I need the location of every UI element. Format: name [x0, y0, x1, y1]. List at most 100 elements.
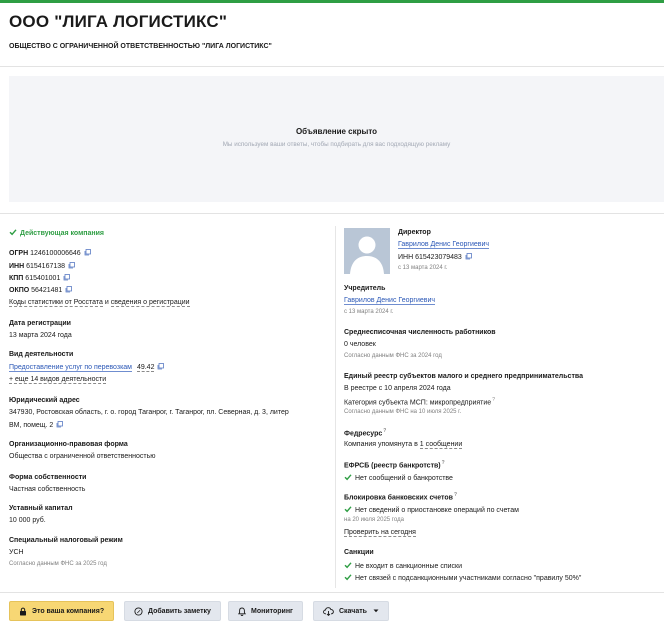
okpo-label: ОКПО	[9, 287, 30, 294]
activity-more-row: + еще 14 видов деятельности	[9, 376, 107, 384]
activity-link[interactable]: Предоставление услуг по перевозкам	[9, 364, 132, 372]
tax-regime-note: Согласно данным ФНС за 2025 год	[9, 561, 107, 567]
msp-category-row: Категория субъекта МСП: микропредприятие…	[344, 397, 495, 406]
efrsb-label-row: ЕФРСБ (реестр банкротств)?	[344, 460, 445, 469]
director-inn-value: 615423079483	[415, 254, 462, 261]
help-icon[interactable]: ?	[454, 492, 457, 498]
lock-icon	[19, 607, 27, 616]
copy-icon[interactable]	[465, 253, 472, 262]
block-label: Блокировка банковских счетов	[344, 494, 453, 502]
monitoring-button[interactable]: Мониторинг	[228, 601, 303, 621]
tax-regime-value: УСН	[9, 549, 24, 556]
page-subtitle: ОБЩЕСТВО С ОГРАНИЧЕННОЙ ОТВЕТСТВЕННОСТЬЮ…	[9, 43, 272, 50]
address-label: Юридический адрес	[9, 397, 80, 404]
check-icon	[344, 473, 352, 483]
registration-info-link[interactable]: сведения о регистрации	[110, 299, 190, 307]
capital-label: Уставный капитал	[9, 505, 73, 512]
more-activities-link[interactable]: + еще 14 видов деятельности	[9, 376, 107, 384]
bell-icon	[238, 607, 246, 616]
ogrn-row: ОГРН 1246100006646	[9, 249, 91, 258]
legal-form-label: Организационно-правовая форма	[9, 441, 128, 448]
divider	[0, 66, 664, 67]
copy-icon[interactable]	[56, 421, 64, 430]
kpp-row: КПП 615401001	[9, 274, 71, 283]
address-line-2-row: ВМ, помещ. 2	[9, 421, 64, 430]
help-icon[interactable]: ?	[383, 428, 386, 434]
block-label-row: Блокировка банковских счетов?	[344, 492, 457, 501]
fedresurs-text: Компания упомянута в	[344, 441, 418, 448]
employees-label: Среднесписочная численность работников	[344, 329, 496, 336]
fedresurs-messages-link[interactable]: 1 сообщении	[419, 441, 463, 449]
director-inn-label: ИНН	[398, 254, 414, 261]
cloud-download-icon	[323, 606, 334, 616]
top-accent-bar	[0, 0, 664, 3]
ogrn-value: 1246100006646	[30, 250, 81, 257]
copy-icon[interactable]	[157, 363, 165, 372]
ownership-label: Форма собственности	[9, 474, 87, 481]
founder-name-link[interactable]: Гаврилов Денис Георгиевич	[344, 297, 436, 305]
column-divider	[335, 226, 336, 588]
ownership-value: Частная собственность	[9, 486, 86, 493]
check-icon	[344, 505, 352, 515]
sanctions-row-2: Нет связей с подсанкционными участниками…	[344, 573, 581, 583]
status-row: Действующая компания	[9, 228, 104, 238]
help-icon[interactable]: ?	[492, 397, 495, 403]
copy-icon[interactable]	[65, 286, 73, 295]
employees-value: 0 человек	[344, 341, 376, 348]
capital-value: 10 000 руб.	[9, 517, 46, 524]
director-name-link[interactable]: Гаврилов Денис Георгиевич	[398, 241, 490, 249]
inn-row: ИНН 6154167138	[9, 262, 75, 271]
fedresurs-row: Компания упомянута в 1 сообщении	[344, 441, 463, 449]
okpo-value: 56421481	[31, 287, 63, 294]
inn-label: ИНН	[9, 263, 25, 270]
check-icon	[344, 573, 352, 583]
ad-placeholder: Объявление скрыто Мы используем ваши отв…	[9, 76, 664, 202]
legal-form-value: Общества с ограниченной ответственностью	[9, 453, 156, 460]
stats-row: Коды статистики от Росстата и сведения о…	[9, 299, 190, 307]
avatar	[344, 228, 390, 274]
director-label: Директор	[398, 229, 431, 236]
stats-codes-link[interactable]: Коды статистики от Росстата	[9, 299, 103, 307]
check-icon	[344, 561, 352, 571]
copy-icon[interactable]	[63, 274, 71, 283]
check-today-link[interactable]: Проверить на сегодня	[344, 529, 416, 537]
employees-note: Согласно данным ФНС за 2024 год	[344, 353, 442, 359]
block-note: на 20 июля 2025 года	[344, 517, 404, 523]
download-label: Скачать	[339, 607, 367, 615]
kpp-label: КПП	[9, 275, 24, 282]
your-company-label: Это ваша компания?	[32, 607, 105, 615]
inn-value: 6154167138	[26, 263, 66, 270]
founder-label: Учредитель	[344, 285, 386, 292]
stats-and: и	[104, 299, 109, 306]
your-company-button[interactable]: Это ваша компания?	[9, 601, 115, 621]
okpo-row: ОКПО 56421481	[9, 286, 73, 295]
check-icon	[9, 228, 17, 238]
msp-category: Категория субъекта МСП: микропредприятие	[344, 399, 492, 407]
copy-icon[interactable]	[84, 249, 91, 258]
address-line-2: ВМ, помещ. 2	[9, 422, 54, 429]
page-title: ООО "ЛИГА ЛОГИСТИКС"	[9, 12, 228, 31]
ogrn-label: ОГРН	[9, 250, 29, 257]
add-note-label: Добавить заметку	[148, 607, 211, 615]
sanctions-text-1: Не входит в санкционные списки	[355, 563, 462, 570]
founder-since: с 13 марта 2024 г.	[344, 309, 394, 315]
help-icon[interactable]: ?	[442, 460, 445, 466]
add-note-button[interactable]: Добавить заметку	[124, 601, 221, 621]
activity-code[interactable]: 49.42	[136, 364, 155, 372]
note-icon	[134, 606, 143, 616]
sanctions-label: Санкции	[344, 549, 374, 556]
sanctions-text-2: Нет связей с подсанкционными участниками…	[355, 575, 582, 582]
msp-since: В реестре с 10 апреля 2024 года	[344, 385, 451, 392]
status-badge: Действующая компания	[20, 230, 105, 237]
sanctions-row-1: Не входит в санкционные списки	[344, 561, 462, 571]
msp-note: Согласно данным ФНС на 10 июля 2025 г.	[344, 409, 462, 415]
block-row: Нет сведений о приостановке операций по …	[344, 505, 519, 515]
block-text: Нет сведений о приостановке операций по …	[355, 507, 519, 514]
download-button[interactable]: Скачать	[313, 601, 389, 621]
copy-icon[interactable]	[68, 262, 75, 271]
fedresurs-label: Федресурс	[344, 430, 383, 438]
ad-title: Объявление скрыто	[295, 127, 378, 136]
efrsb-label: ЕФРСБ (реестр банкротств)	[344, 462, 441, 470]
activity-label: Вид деятельности	[9, 351, 74, 358]
reg-date-label: Дата регистрации	[9, 320, 71, 327]
